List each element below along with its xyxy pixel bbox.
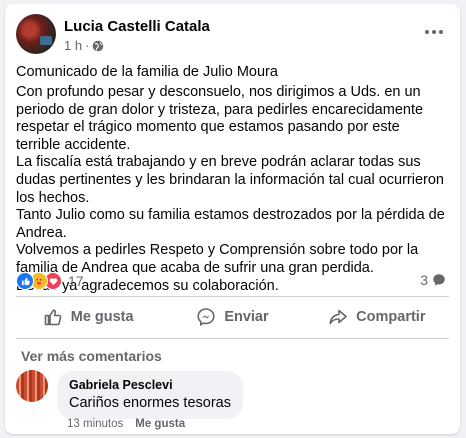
post-paragraph: La fiscalía está trabajando y en breve p… <box>16 154 444 206</box>
comment-bubble: Gabriela Pesclevi Cariños enormes tesora… <box>57 371 243 419</box>
separator-dot: · <box>85 38 90 53</box>
comment-like-link[interactable]: Me gusta <box>135 418 185 430</box>
comment-count-value: 3 <box>420 272 428 288</box>
messenger-icon <box>197 308 215 326</box>
thumbs-up-icon <box>44 309 62 326</box>
comment-bubble-icon <box>433 274 445 286</box>
post-body: Con profundo pesar y desconsuelo, nos di… <box>16 84 446 295</box>
like-reaction-icon <box>16 272 34 290</box>
author-name[interactable]: Lucia Castelli Catala <box>64 18 210 35</box>
author-avatar[interactable] <box>16 14 56 54</box>
post-title: Comunicado de la familia de Julio Moura <box>16 64 278 80</box>
share-arrow-icon <box>329 309 347 325</box>
comment-author[interactable]: Gabriela Pesclevi <box>69 378 231 392</box>
post-paragraph: Con profundo pesar y desconsuelo, nos di… <box>16 84 424 153</box>
post-card: Lucia Castelli Catala 1 h · Comunicado d… <box>5 4 460 434</box>
reaction-count[interactable]: 17 <box>68 273 84 289</box>
share-button[interactable]: Compartir <box>305 297 449 337</box>
send-button[interactable]: Enviar <box>160 297 304 337</box>
commenter-avatar[interactable] <box>16 370 48 402</box>
globe-icon <box>93 40 104 51</box>
divider <box>16 338 449 339</box>
reactions-summary[interactable]: 17 <box>16 272 84 290</box>
share-label: Compartir <box>356 309 426 325</box>
like-button[interactable]: Me gusta <box>16 297 160 337</box>
comment-time[interactable]: 13 minutos <box>67 418 123 430</box>
see-more-comments-link[interactable]: Ver más comentarios <box>21 348 162 364</box>
post-paragraph: Tanto Julio como su familia estamos dest… <box>16 207 445 241</box>
comment-meta: 13 minutos Me gusta <box>67 418 185 430</box>
comments-count[interactable]: 3 <box>420 272 446 288</box>
comment-text: Cariños enormes tesoras <box>69 395 231 411</box>
post-time[interactable]: 1 h <box>64 38 82 53</box>
send-label: Enviar <box>224 309 269 325</box>
more-options-icon[interactable] <box>420 20 448 44</box>
like-label: Me gusta <box>70 309 134 325</box>
post-header: Lucia Castelli Catala 1 h · <box>16 14 448 58</box>
action-bar: Me gusta Enviar Compartir <box>16 297 449 337</box>
post-meta: 1 h · <box>64 38 104 53</box>
